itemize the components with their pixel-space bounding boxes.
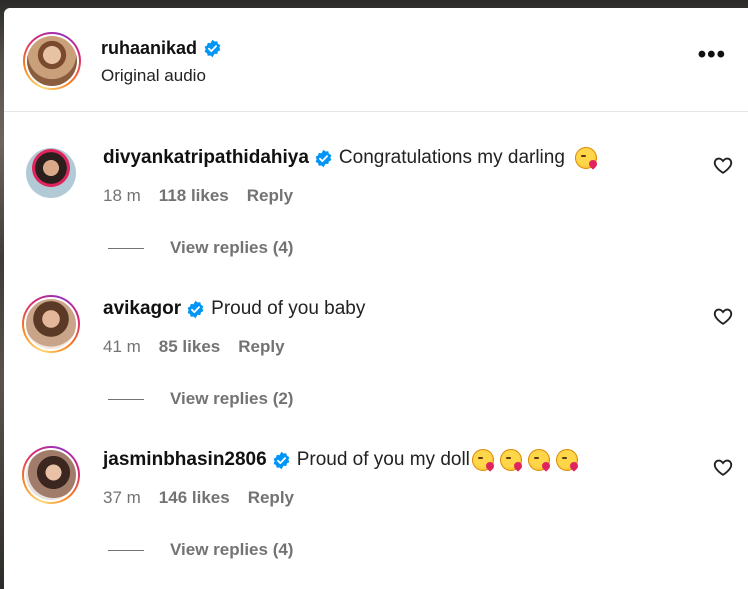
replies-divider — [108, 247, 144, 249]
comment-text: Proud of you my doll — [296, 449, 470, 470]
reply-button[interactable]: Reply — [247, 186, 293, 206]
comment-text-row: divyankatripathidahiya Congratulations m… — [103, 147, 597, 169]
comment-meta: 37 m 146 likes Reply — [103, 488, 294, 508]
comment-likes[interactable]: 118 likes — [159, 186, 229, 206]
post-author-username[interactable]: ruhaanikad — [101, 38, 197, 59]
post-author-avatar[interactable] — [23, 32, 81, 90]
comment-text: Congratulations my darling — [338, 147, 565, 168]
verified-badge-icon — [314, 149, 333, 168]
kissing-face-emoji-icon — [574, 147, 597, 169]
comment-item: avikagor Proud of you baby 41 m 85 likes… — [4, 295, 748, 446]
commenter-username[interactable]: avikagor — [103, 298, 181, 320]
comment-text-row: avikagor Proud of you baby — [103, 298, 365, 320]
more-options-icon[interactable]: ••• — [698, 43, 726, 67]
verified-badge-icon — [186, 300, 205, 319]
view-replies-button[interactable]: View replies (4) — [108, 238, 293, 258]
post-author-name-row: ruhaanikad — [101, 38, 222, 59]
commenter-avatar[interactable] — [22, 446, 80, 504]
kissing-face-emoji-icon — [471, 449, 494, 471]
comment-text: Proud of you baby — [211, 298, 366, 319]
post-header: ruhaanikad Original audio ••• — [4, 8, 748, 112]
replies-divider — [108, 549, 144, 551]
kissing-face-emoji-icon — [555, 449, 578, 471]
comment-time[interactable]: 41 m — [103, 337, 141, 357]
like-heart-icon[interactable] — [712, 154, 734, 176]
verified-badge-icon — [272, 451, 291, 470]
comment-time[interactable]: 37 m — [103, 488, 141, 508]
view-replies-button[interactable]: View replies (2) — [108, 389, 293, 409]
kissing-face-emoji-icon — [527, 449, 550, 471]
view-replies-label: View replies (4) — [170, 540, 294, 559]
verified-badge-icon — [203, 39, 222, 58]
like-heart-icon[interactable] — [712, 456, 734, 478]
comments-panel: ruhaanikad Original audio ••• divyankatr… — [4, 8, 748, 589]
reply-button[interactable]: Reply — [238, 337, 284, 357]
comment-likes[interactable]: 146 likes — [159, 488, 230, 508]
comment-item: divyankatripathidahiya Congratulations m… — [4, 144, 748, 295]
reply-button[interactable]: Reply — [248, 488, 294, 508]
commenter-username[interactable]: divyankatripathidahiya — [103, 147, 309, 169]
commenter-avatar[interactable] — [22, 144, 80, 202]
kissing-face-emoji-icon — [499, 449, 522, 471]
commenter-username[interactable]: jasminbhasin2806 — [103, 449, 267, 471]
replies-divider — [108, 398, 144, 400]
comment-meta: 18 m 118 likes Reply — [103, 186, 293, 206]
comment-meta: 41 m 85 likes Reply — [103, 337, 285, 357]
view-replies-button[interactable]: View replies (4) — [108, 540, 293, 560]
comment-item: jasminbhasin2806 Proud of you my doll 37… — [4, 446, 748, 589]
audio-label[interactable]: Original audio — [101, 66, 206, 86]
like-heart-icon[interactable] — [712, 305, 734, 327]
view-replies-label: View replies (4) — [170, 238, 294, 257]
view-replies-label: View replies (2) — [170, 389, 294, 408]
comment-likes[interactable]: 85 likes — [159, 337, 220, 357]
comment-text-row: jasminbhasin2806 Proud of you my doll — [103, 449, 578, 471]
commenter-avatar[interactable] — [22, 295, 80, 353]
comment-time[interactable]: 18 m — [103, 186, 141, 206]
